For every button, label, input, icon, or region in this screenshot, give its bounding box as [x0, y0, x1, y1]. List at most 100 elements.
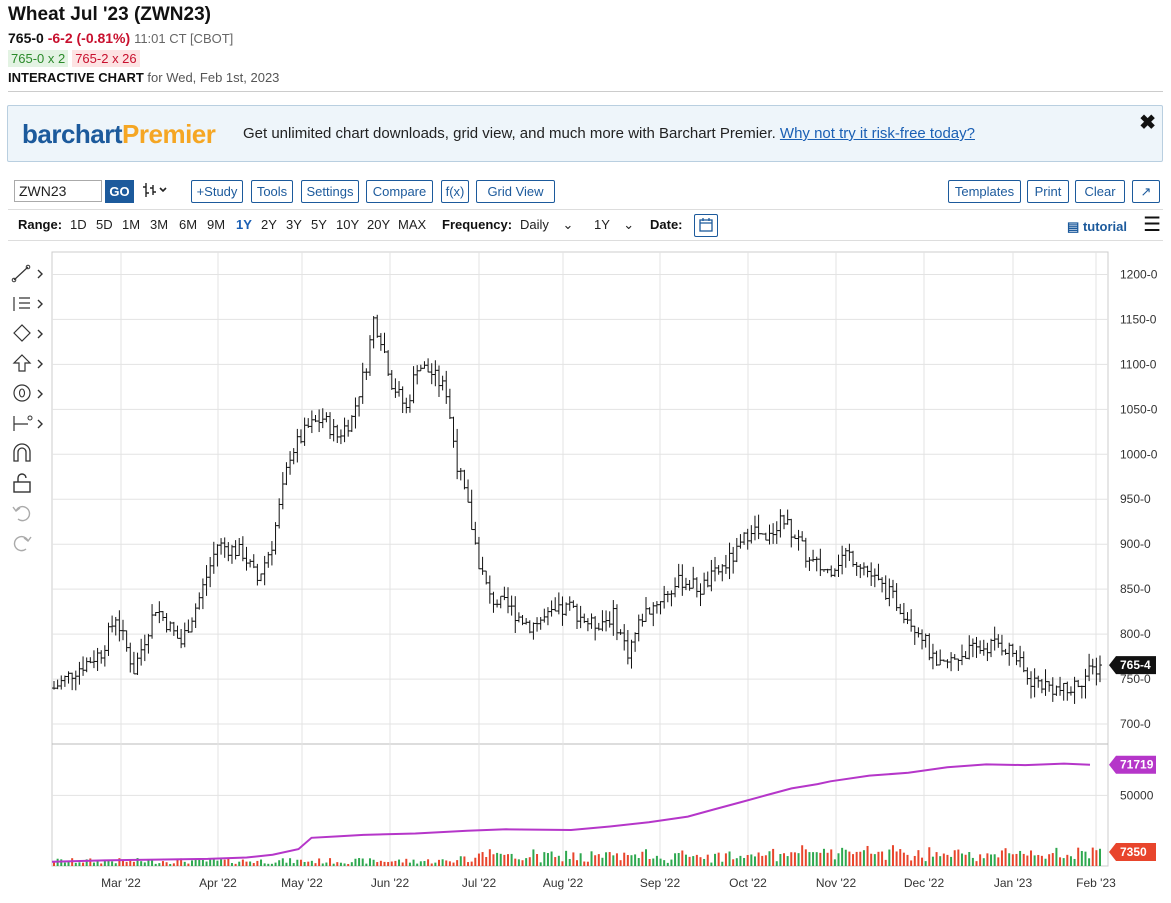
y-tick-label: 1050-0 [1120, 402, 1158, 416]
volume-bar [645, 849, 648, 866]
volume-bar [528, 857, 531, 866]
volume-bar [89, 858, 92, 866]
volume-bar [910, 860, 913, 866]
volume-bar [1037, 854, 1040, 866]
volume-bar [572, 852, 575, 866]
volume-bar [310, 860, 313, 866]
volume-bar [953, 850, 956, 866]
volume-bar [699, 857, 702, 866]
volume-bar [743, 857, 746, 866]
volume-bar [299, 859, 302, 866]
open-interest-label: 71719 [1120, 758, 1154, 772]
volume-bar [532, 849, 535, 866]
volume-bar [53, 862, 55, 866]
volume-bar [979, 854, 982, 866]
volume-bar [1022, 853, 1025, 866]
volume-bar [405, 858, 408, 866]
volume-bar [434, 862, 437, 866]
volume-bar [888, 849, 891, 866]
volume-bar [82, 862, 85, 866]
volume-bar [419, 861, 422, 866]
price-chart[interactable]: Mar '22 Apr '22 May '22 Jun '22 Jul '22 Aug '… [0, 0, 1171, 903]
volume-bar [296, 859, 299, 866]
volume-bar [172, 863, 175, 866]
volume-bar [372, 859, 375, 866]
volume-bar [1091, 847, 1094, 866]
volume-bar [728, 851, 731, 866]
volume-bar [1080, 850, 1083, 866]
x-tick-label: Dec '22 [904, 876, 945, 890]
y-tick-label: 850-0 [1120, 582, 1151, 596]
volume-bar [1066, 854, 1069, 866]
x-tick-label: Jul '22 [462, 876, 497, 890]
volume-bar [695, 854, 698, 866]
volume-bar [819, 852, 822, 866]
volume-bar [368, 858, 371, 866]
volume-bar [114, 863, 117, 866]
volume-bar [804, 849, 807, 866]
volume-bar [383, 861, 386, 866]
volume-bar [412, 859, 415, 866]
volume-bar [488, 849, 491, 866]
volume-bar [786, 856, 789, 866]
volume-bar [459, 856, 462, 866]
volume-bar [688, 856, 691, 866]
y-tick-label: 1150-0 [1120, 312, 1157, 326]
volume-bar [467, 862, 470, 866]
volume-bar [183, 861, 186, 866]
volume-bar [917, 850, 920, 866]
x-tick-label: Aug '22 [543, 876, 584, 890]
volume-bar [252, 863, 255, 866]
volume-bar [234, 863, 237, 866]
volume-bar [815, 852, 818, 866]
volume-bar [1026, 855, 1029, 866]
volume-bar [576, 860, 578, 866]
volume-bar [536, 854, 539, 866]
volume-bar [365, 863, 368, 866]
x-tick-label: May '22 [281, 876, 323, 890]
volume-bar [862, 850, 865, 866]
volume-bar [216, 860, 219, 866]
volume-bar [452, 862, 455, 866]
volume-label: 7350 [1120, 845, 1147, 859]
volume-bar [1048, 854, 1051, 866]
volume-bar [256, 860, 259, 866]
volume-bar [223, 859, 226, 866]
volume-bar [263, 863, 266, 866]
volume-bar [205, 861, 208, 866]
volume-bar [1000, 850, 1003, 866]
y-tick-label: 750-0 [1120, 672, 1151, 686]
volume-bar [877, 851, 880, 866]
volume-bar [884, 859, 887, 866]
volume-bar [971, 857, 974, 866]
volume-bar [808, 852, 811, 866]
volume-bar [408, 862, 411, 866]
volume-bar [630, 855, 633, 866]
volume-bar [681, 850, 684, 866]
volume-bar [132, 861, 135, 866]
volume-bar [724, 853, 727, 866]
volume-bar [721, 861, 724, 866]
volume-bar [477, 853, 480, 866]
y-tick-label: 800-0 [1120, 627, 1151, 641]
volume-bar [470, 861, 473, 866]
volume-bar [238, 861, 241, 866]
volume-bar [245, 861, 248, 866]
volume-bar [506, 854, 509, 866]
volume-bar [997, 857, 1000, 866]
volume-bar [343, 863, 346, 866]
volume-bar [590, 851, 593, 866]
y-tick-label: 1000-0 [1120, 447, 1158, 461]
volume-bar [830, 849, 833, 866]
volume-bar [764, 855, 767, 866]
volume-bar [267, 863, 270, 866]
volume-bar [230, 862, 233, 866]
volume-bar [78, 862, 81, 866]
volume-bar [347, 863, 350, 866]
volume-bar [74, 862, 77, 866]
volume-bar [336, 862, 339, 866]
volume-bar [601, 857, 604, 866]
volume-bar [946, 854, 949, 866]
volume-bar [1008, 853, 1011, 866]
volume-bar [1073, 858, 1076, 866]
